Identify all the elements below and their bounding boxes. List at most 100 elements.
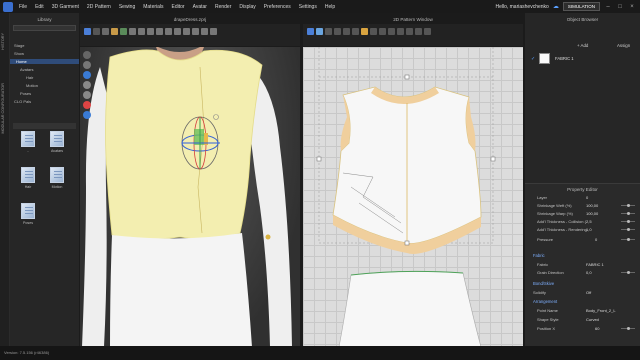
- prop-layer[interactable]: Layer 0: [525, 194, 640, 201]
- slider[interactable]: [621, 203, 635, 207]
- transform-pattern-icon[interactable]: [307, 28, 314, 35]
- slider[interactable]: [621, 326, 635, 330]
- arrangement-icon[interactable]: [397, 28, 404, 35]
- slider[interactable]: [621, 270, 635, 274]
- slider[interactable]: [621, 237, 635, 241]
- prop-thickness-rendering[interactable]: Add'l Thickness - Rendering 1,0: [525, 226, 640, 233]
- tack-tool-icon[interactable]: [129, 28, 136, 35]
- polygon-tool-icon[interactable]: [325, 28, 332, 35]
- minimize-icon[interactable]: –: [604, 3, 612, 11]
- render-tool-icon[interactable]: [201, 28, 208, 35]
- avatar-display-icon[interactable]: [83, 71, 91, 79]
- tree-item-avatars[interactable]: Avatars: [20, 67, 34, 72]
- prop-solidify[interactable]: Solidify Off: [525, 289, 640, 296]
- control-handle[interactable]: [404, 74, 410, 80]
- free-sewing-icon[interactable]: [379, 28, 386, 35]
- prop-position-x[interactable]: Position X 60: [525, 325, 640, 332]
- prop-pressure[interactable]: Pressure 0: [525, 236, 640, 243]
- slider[interactable]: [621, 219, 635, 223]
- user-greeting[interactable]: Hello, mariashevchenko: [495, 4, 548, 10]
- tree-item-motion[interactable]: Motion: [26, 83, 38, 88]
- select-tool-icon[interactable]: [84, 28, 91, 35]
- tree-item-hair[interactable]: Hair: [26, 75, 33, 80]
- rectangle-tool-icon[interactable]: [334, 28, 341, 35]
- tree-item-home[interactable]: Home: [10, 59, 79, 64]
- tab-history[interactable]: HISTORY: [1, 33, 9, 50]
- check-sewing-icon[interactable]: [388, 28, 395, 35]
- folder-tile-poses[interactable]: Poses: [17, 203, 39, 225]
- sewing-tool-icon[interactable]: [120, 28, 127, 35]
- section-bond-skive[interactable]: Bond/Skive: [525, 280, 640, 287]
- menu-help[interactable]: Help: [321, 4, 339, 10]
- prop-shrinkage-warp[interactable]: Shrinkage Warp (%) 100,00: [525, 210, 640, 217]
- folder-tile-motion[interactable]: Motion: [46, 167, 68, 189]
- close-icon[interactable]: ×: [628, 3, 636, 11]
- control-handle[interactable]: [404, 240, 410, 246]
- menu-3d-garment[interactable]: 3D Garment: [48, 4, 83, 10]
- menu-sewing[interactable]: Sewing: [115, 4, 139, 10]
- internal-line-icon[interactable]: [352, 28, 359, 35]
- prop-point-name[interactable]: Point Name Body_Front_2_L: [525, 307, 640, 314]
- menu-editor[interactable]: Editor: [168, 4, 189, 10]
- prop-shrinkage-weft[interactable]: Shrinkage Weft (%) 100,00: [525, 202, 640, 209]
- control-handle[interactable]: [316, 156, 322, 162]
- texture-display-icon[interactable]: [83, 91, 91, 99]
- tree-item-poses[interactable]: Poses: [20, 91, 31, 96]
- texture-tool-icon[interactable]: [147, 28, 154, 35]
- folder-tile-parent[interactable]: ..: [17, 131, 39, 153]
- prop-shape-style[interactable]: Shape Style Curved: [525, 316, 640, 323]
- strain-map-icon[interactable]: [83, 101, 91, 109]
- edit-pattern-icon[interactable]: [316, 28, 323, 35]
- add-button[interactable]: + Add: [577, 43, 588, 48]
- prop-thickness-collision[interactable]: Add'l Thickness - Collision (2,5: [525, 218, 640, 225]
- assign-button[interactable]: Assign: [617, 43, 630, 48]
- move-tool-icon[interactable]: [93, 28, 100, 35]
- folder-tile-hair[interactable]: Hair: [17, 167, 39, 189]
- tree-item-show[interactable]: Show: [14, 51, 24, 56]
- menu-render[interactable]: Render: [211, 4, 235, 10]
- cloud-icon[interactable]: ☁: [553, 3, 559, 10]
- menu-preferences[interactable]: Preferences: [260, 4, 295, 10]
- maximize-icon[interactable]: □: [616, 3, 624, 11]
- 2d-pattern-viewport[interactable]: [303, 47, 523, 348]
- topstitch-tool-icon[interactable]: [156, 28, 163, 35]
- pin-tool-icon[interactable]: [102, 28, 109, 35]
- measure-tool-icon[interactable]: [138, 28, 145, 35]
- 3d-viewport[interactable]: [80, 47, 300, 347]
- simulation-button[interactable]: SIMULATION: [562, 2, 600, 11]
- view-icon[interactable]: [83, 61, 91, 69]
- camera-icon[interactable]: [83, 111, 91, 119]
- menu-avatar[interactable]: Avatar: [189, 4, 211, 10]
- section-fabric[interactable]: Fabric: [525, 252, 640, 259]
- slider[interactable]: [621, 227, 635, 231]
- tab-modular-configurator[interactable]: MODULAR CONFIGURATOR: [1, 83, 9, 134]
- tree-item-stage[interactable]: Stage: [14, 43, 24, 48]
- menu-file[interactable]: File: [15, 4, 31, 10]
- camera-tool-icon[interactable]: [210, 28, 217, 35]
- segment-sewing-icon[interactable]: [370, 28, 377, 35]
- slider[interactable]: [621, 211, 635, 215]
- menu-2d-pattern[interactable]: 2D Pattern: [83, 4, 115, 10]
- menu-edit[interactable]: Edit: [31, 4, 48, 10]
- control-handle[interactable]: [490, 156, 496, 162]
- skirt-pattern[interactable]: [338, 271, 482, 348]
- prop-fabric[interactable]: Fabric FABRIC 1: [525, 261, 640, 268]
- grading-icon[interactable]: [415, 28, 422, 35]
- fabric-swatch[interactable]: [539, 53, 550, 64]
- prop-grain-direction[interactable]: Grain Direction 0,0: [525, 269, 640, 276]
- menu-materials[interactable]: Materials: [139, 4, 167, 10]
- menu-display[interactable]: Display: [235, 4, 259, 10]
- folder-tile-avatars[interactable]: Avatars: [46, 131, 68, 153]
- garment-display-icon[interactable]: [83, 81, 91, 89]
- fold-tool-icon[interactable]: [111, 28, 118, 35]
- avatar-tool-icon[interactable]: [192, 28, 199, 35]
- texture-2d-icon[interactable]: [406, 28, 413, 35]
- fabric-name[interactable]: FABRIC 1: [555, 56, 574, 61]
- circle-tool-icon[interactable]: [343, 28, 350, 35]
- section-arrangement[interactable]: Arrangement: [525, 298, 640, 305]
- zipper-tool-icon[interactable]: [174, 28, 181, 35]
- trim-tool-icon[interactable]: [183, 28, 190, 35]
- menu-settings[interactable]: Settings: [295, 4, 321, 10]
- view-icon[interactable]: [83, 51, 91, 59]
- annotation-icon[interactable]: [424, 28, 431, 35]
